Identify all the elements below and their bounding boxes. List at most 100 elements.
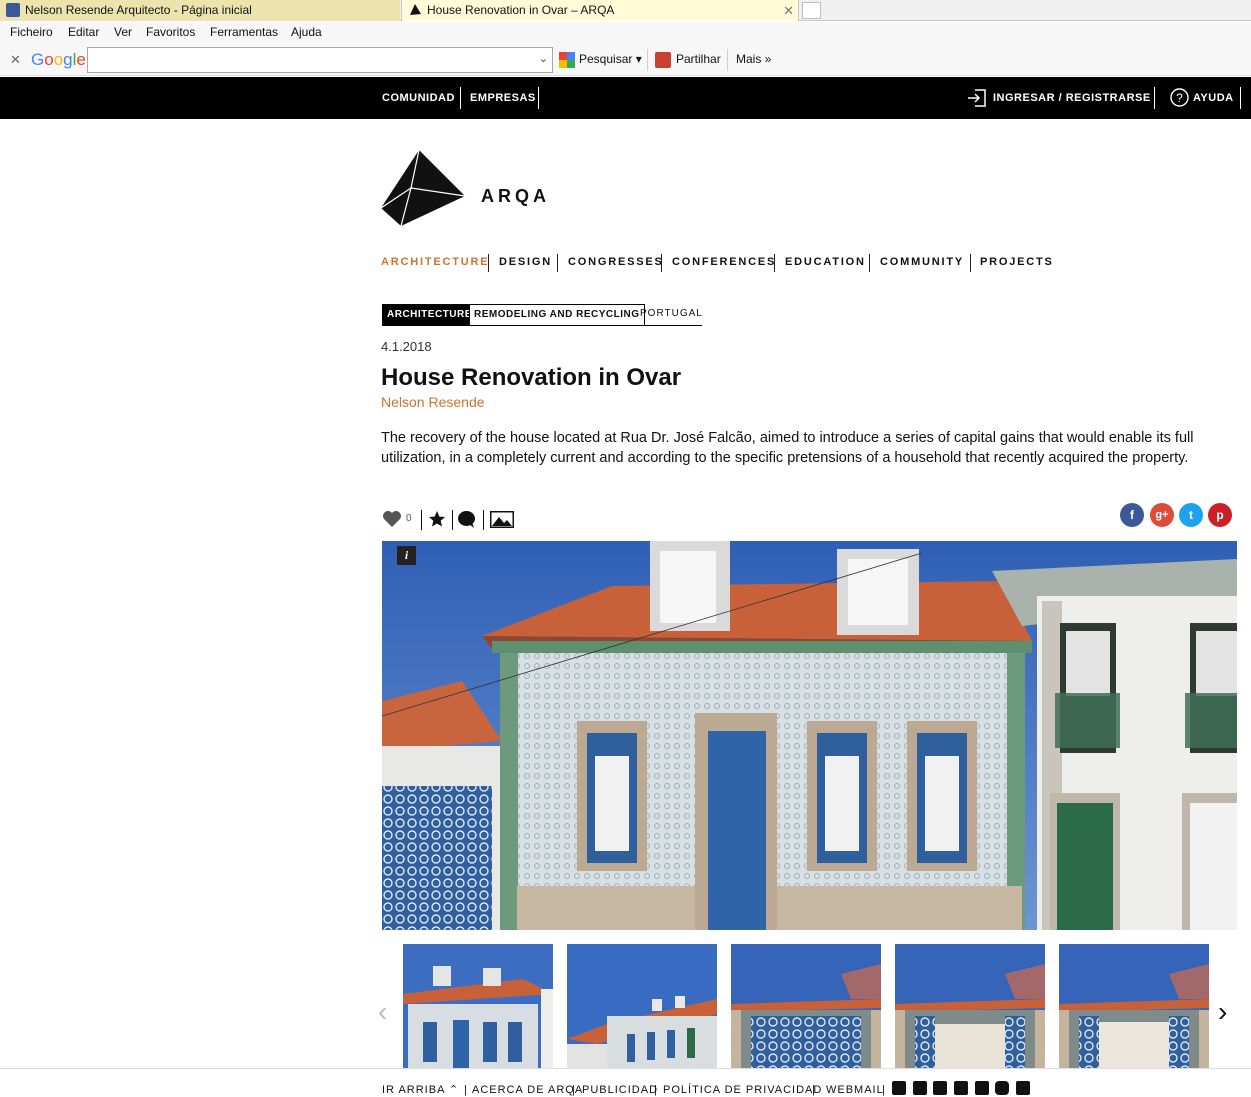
google-plus-icon[interactable] <box>933 1081 947 1095</box>
partilhar-button[interactable]: Partilhar <box>676 52 721 66</box>
arqa-favicon-icon <box>410 4 421 15</box>
divider <box>538 87 539 109</box>
pinterest-icon[interactable] <box>975 1081 989 1095</box>
empresas-link[interactable]: EMPRESAS <box>470 92 536 104</box>
footer-separator: | <box>882 1084 886 1096</box>
gallery-icon[interactable] <box>490 511 514 528</box>
divider <box>483 510 484 530</box>
nav-projects[interactable]: PROJECTS <box>980 256 1054 268</box>
rss-icon[interactable] <box>1016 1081 1030 1095</box>
next-arrow-icon[interactable]: › <box>1218 996 1227 1028</box>
nav-architecture[interactable]: ARCHITECTURE <box>381 256 489 268</box>
footer-separator: | <box>812 1084 816 1096</box>
google-search-input[interactable] <box>88 48 528 72</box>
like-count: 0 <box>406 513 412 524</box>
help-icon: ? <box>1170 88 1189 107</box>
thumbnail-image <box>403 944 553 1068</box>
author-link[interactable]: Nelson Resende <box>381 394 485 410</box>
help-link[interactable]: AYUDA <box>1193 92 1234 104</box>
tag-portugal[interactable]: PORTUGAL <box>636 304 702 326</box>
gallery-thumbnail[interactable] <box>567 944 717 1068</box>
menu-file[interactable]: Ficheiro <box>10 25 53 39</box>
comunidad-link[interactable]: COMUNIDAD <box>382 92 455 104</box>
article-summary: The recovery of the house located at Rua… <box>381 430 1194 466</box>
divider <box>452 510 453 530</box>
pesquisar-button[interactable]: Pesquisar ▾ <box>579 52 642 66</box>
login-register-link[interactable]: INGRESAR / REGISTRARSE <box>993 92 1151 104</box>
hero-photo[interactable]: i <box>382 541 1237 930</box>
tab-facebook[interactable]: Nelson Resende Arquitecto - Página inici… <box>0 0 400 21</box>
gallery-thumbnail[interactable] <box>895 944 1045 1068</box>
facebook-share-icon[interactable]: f <box>1120 503 1144 527</box>
prev-arrow-icon[interactable]: ‹ <box>378 996 387 1028</box>
mais-button[interactable]: Mais » <box>736 52 771 66</box>
back-to-top-link[interactable]: IR ARRIBA ⌃ <box>382 1083 459 1096</box>
logo-text[interactable]: ARQA <box>481 186 550 207</box>
nav-education[interactable]: EDUCATION <box>785 256 866 268</box>
pinterest-share-icon[interactable]: p <box>1208 503 1232 527</box>
nav-divider <box>661 254 662 272</box>
twitter-icon[interactable] <box>954 1081 968 1095</box>
chevron-up-icon: ⌃ <box>448 1084 460 1096</box>
site-footer: IR ARRIBA ⌃ | ACERCA DE ARQA | PUBLICIDA… <box>0 1068 1251 1097</box>
google-search-icon <box>559 52 575 68</box>
facebook-icon[interactable] <box>913 1081 927 1095</box>
tag-architecture[interactable]: ARCHITECTURE <box>382 304 477 326</box>
close-toolbar-icon[interactable]: ✕ <box>10 52 21 68</box>
footer-separator: | <box>654 1084 658 1096</box>
gallery-thumbnail[interactable] <box>403 944 553 1068</box>
footer-link-advertising[interactable]: PUBLICIDAD <box>582 1084 658 1096</box>
toolbar-divider <box>647 49 648 71</box>
tab-arqa[interactable]: House Renovation in Ovar – ARQA ✕ <box>401 0 799 21</box>
share-icon <box>655 52 671 68</box>
heart-icon[interactable] <box>382 510 402 528</box>
close-tab-icon[interactable]: ✕ <box>783 0 794 21</box>
instagram-icon[interactable] <box>995 1081 1009 1095</box>
nav-congresses[interactable]: CONGRESSES <box>568 256 664 268</box>
nav-divider <box>774 254 775 272</box>
site-top-bar: COMUNIDAD EMPRESAS INGRESAR / REGISTRARS… <box>0 77 1251 119</box>
nav-divider <box>557 254 558 272</box>
gallery-thumbnail[interactable] <box>1059 944 1209 1068</box>
nav-divider <box>970 254 971 272</box>
arqa-logo-icon[interactable] <box>381 148 467 228</box>
twitter-share-icon[interactable]: t <box>1179 503 1203 527</box>
star-icon[interactable] <box>428 510 446 528</box>
menu-help[interactable]: Ajuda <box>291 25 322 39</box>
svg-text:?: ? <box>1176 91 1183 105</box>
tab-label: House Renovation in Ovar – ARQA <box>427 3 615 17</box>
google-logo: Google <box>31 50 86 69</box>
gallery-thumbnail[interactable] <box>731 944 881 1068</box>
tab-label: Nelson Resende Arquitecto - Página inici… <box>25 3 252 17</box>
menu-view[interactable]: Ver <box>114 25 132 39</box>
menu-tools[interactable]: Ferramentas <box>210 25 278 39</box>
divider <box>1154 87 1155 109</box>
footer-separator: | <box>464 1084 468 1096</box>
footer-link-about[interactable]: ACERCA DE ARQA <box>472 1084 583 1096</box>
google-plus-share-icon[interactable]: g+ <box>1150 503 1174 527</box>
menu-edit[interactable]: Editar <box>68 25 99 39</box>
nav-divider <box>869 254 870 272</box>
new-tab-button[interactable] <box>802 2 821 19</box>
email-icon[interactable] <box>892 1081 906 1095</box>
footer-link-webmail[interactable]: WEBMAIL <box>826 1084 884 1096</box>
nav-conferences[interactable]: CONFERENCES <box>672 256 776 268</box>
thumbnail-image <box>731 944 881 1068</box>
divider <box>421 510 422 530</box>
chevron-down-icon[interactable]: ⌄ <box>539 52 548 65</box>
divider <box>460 87 461 109</box>
comment-icon[interactable] <box>457 510 476 529</box>
toolbar-divider <box>727 49 728 71</box>
divider <box>1240 87 1241 109</box>
tag-remodeling[interactable]: REMODELING AND RECYCLING <box>469 304 645 326</box>
browser-tab-bar: Nelson Resende Arquitecto - Página inici… <box>0 0 1251 21</box>
facebook-favicon-icon <box>6 3 20 17</box>
nav-community[interactable]: COMMUNITY <box>880 256 964 268</box>
nav-design[interactable]: DESIGN <box>499 256 552 268</box>
menu-favorites[interactable]: Favoritos <box>146 25 195 39</box>
footer-link-privacy[interactable]: POLÍTICA DE PRIVACIDAD <box>663 1084 822 1096</box>
info-icon[interactable]: i <box>397 546 416 565</box>
thumbnail-image <box>1059 944 1209 1068</box>
google-search-box: ⌄ <box>87 47 553 73</box>
login-icon <box>968 89 986 107</box>
